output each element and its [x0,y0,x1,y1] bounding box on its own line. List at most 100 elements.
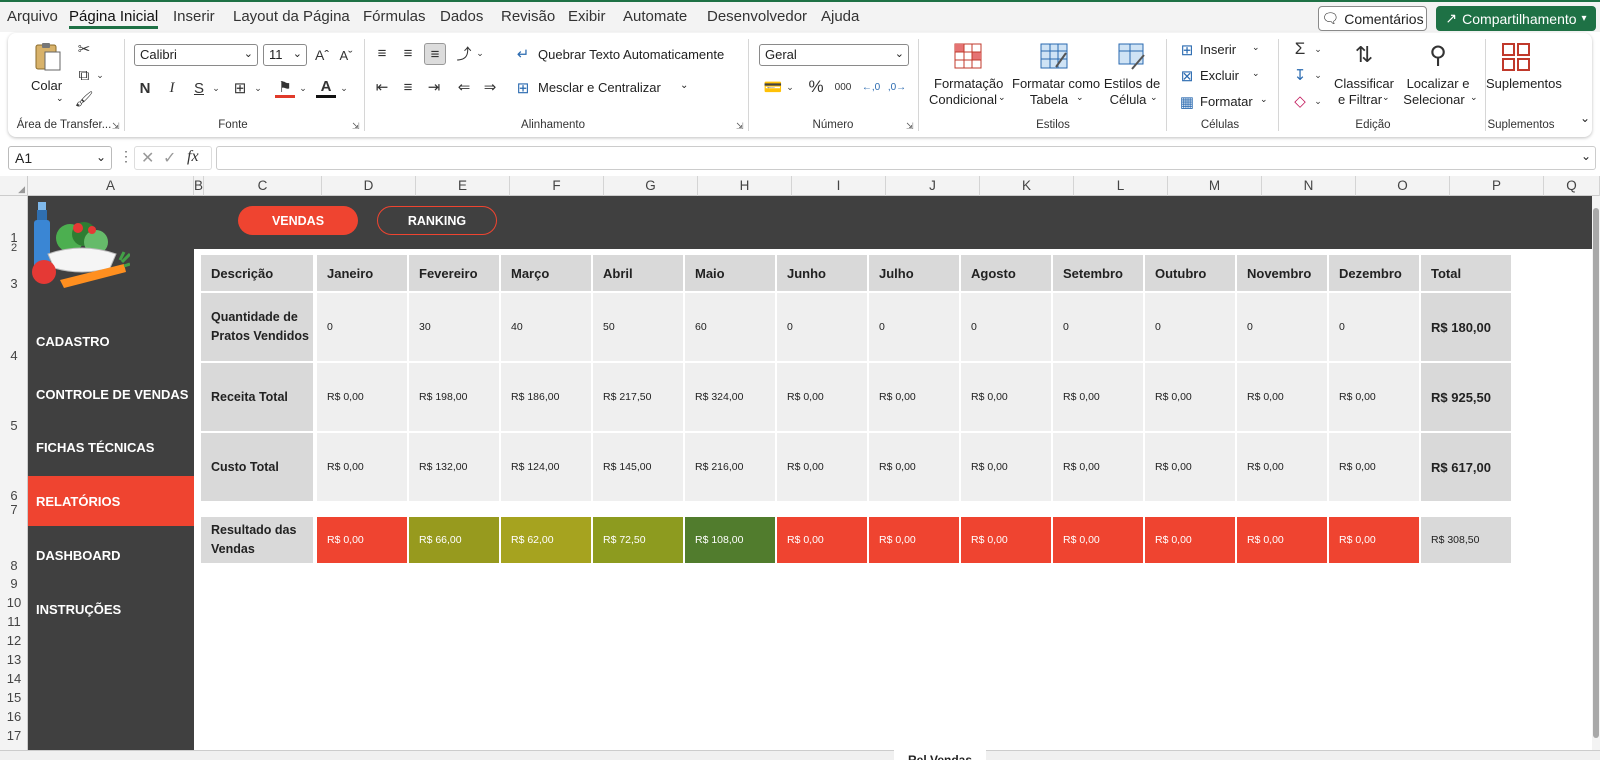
dialog-launcher-icon[interactable]: ⇲ [736,121,744,132]
paste-label[interactable]: Colar [31,78,62,93]
table-value-cell[interactable]: 50 [593,293,683,361]
addins-icon[interactable] [1500,41,1532,73]
table-value-cell[interactable]: R$ 0,00 [1145,433,1235,501]
table-header-cell[interactable]: Dezembro [1329,255,1419,291]
table-value-cell[interactable]: R$ 0,00 [1053,433,1143,501]
chevron-down-icon[interactable]: ⌄ [1260,94,1268,105]
table-value-cell[interactable]: R$ 217,50 [593,363,683,431]
scrollbar-thumb[interactable] [1593,208,1599,738]
row-header[interactable]: 2 [0,242,28,254]
underline-button[interactable]: S [190,78,208,98]
decrease-decimal-icon[interactable]: ,0→ [886,77,908,97]
table-value-cell[interactable]: 0 [869,293,959,361]
chevron-down-icon[interactable]: ⌄ [1470,92,1478,103]
comma-style-icon[interactable]: 000 [832,77,854,97]
font-color-icon[interactable]: A [316,78,336,98]
nav-cadastro[interactable]: CADASTRO [28,316,194,366]
table-value-cell[interactable]: R$ 132,00 [409,433,499,501]
table-value-cell[interactable]: R$ 124,00 [501,433,591,501]
row-header[interactable]: 14 [0,671,28,686]
conditional-label-2[interactable]: Condicional [928,92,998,107]
bold-button[interactable]: N [136,78,154,98]
row-header[interactable]: 10 [0,595,28,610]
chevron-down-icon[interactable]: ⌄ [1312,65,1324,85]
nav-instrucoes[interactable]: INSTRUÇÕES [28,584,194,634]
align-right-icon[interactable]: ⇥ [424,77,444,97]
row-header[interactable]: 16 [0,709,28,724]
number-format-combo[interactable]: Geral ⌄ [759,44,909,66]
table-header-cell[interactable]: Outubro [1145,255,1235,291]
increase-font-icon[interactable]: Aˆ [312,45,332,65]
font-size-combo[interactable]: 11 ⌄ [263,44,307,66]
sort-filter-icon[interactable]: ⇅ [1348,39,1380,71]
table-value-cell[interactable]: R$ 186,00 [501,363,591,431]
column-header[interactable]: C [204,176,322,196]
result-value-cell[interactable]: R$ 0,00 [961,517,1051,563]
align-center-icon[interactable]: ≡ [398,77,418,97]
column-header[interactable]: N [1262,176,1356,196]
decrease-font-icon[interactable]: Aˇ [336,45,356,65]
delete-cells-icon[interactable]: ⊠ [1178,67,1196,85]
table-header-cell[interactable]: Setembro [1053,255,1143,291]
conditional-format-icon[interactable] [952,41,984,73]
row-header[interactable]: 3 [0,276,28,291]
table-value-cell[interactable]: R$ 0,00 [1053,363,1143,431]
table-header-cell[interactable]: Total [1421,255,1511,291]
row-header[interactable]: 13 [0,652,28,667]
tab-ajuda[interactable]: Ajuda [821,8,859,25]
find-select-icon[interactable]: ⚲ [1422,39,1454,71]
table-value-cell[interactable]: R$ 0,00 [961,433,1051,501]
result-value-cell[interactable]: R$ 72,50 [593,517,683,563]
dialog-launcher-icon[interactable]: ⇲ [112,121,120,132]
cell-styles-label-1[interactable]: Estilos de [1102,76,1162,91]
row-label-cell[interactable]: Custo Total [201,433,313,501]
table-header-cell[interactable]: Agosto [961,255,1051,291]
result-value-cell[interactable]: R$ 66,00 [409,517,499,563]
conditional-label-1[interactable]: Formatação [934,76,1003,91]
column-header[interactable]: A [28,176,194,196]
result-value-cell[interactable]: R$ 108,00 [685,517,775,563]
tab-formulas[interactable]: Fórmulas [363,8,426,25]
font-name-combo[interactable]: Calibri ⌄ [134,44,258,66]
align-bottom-icon[interactable]: ≡ [424,43,446,65]
table-header-cell[interactable]: Junho [777,255,867,291]
row-label-cell[interactable]: Receita Total [201,363,313,431]
delete-cells-button[interactable]: Excluir [1200,68,1239,83]
row-header[interactable]: 5 [0,418,28,433]
cell-styles-label-2[interactable]: Célula [1100,92,1156,107]
chevron-down-icon[interactable]: ⌄ [94,65,106,85]
find-select-label-1[interactable]: Localizar e [1398,76,1478,91]
table-value-cell[interactable]: 0 [1237,293,1327,361]
column-header[interactable]: B [194,176,204,196]
column-header[interactable]: L [1074,176,1168,196]
share-button[interactable]: ↗ Compartilhamento ▾ [1436,6,1596,31]
row-header[interactable]: 11 [0,614,28,629]
table-value-cell[interactable]: R$ 0,00 [317,363,407,431]
sort-filter-label-1[interactable]: Classificar [1332,76,1396,91]
autosum-icon[interactable]: Σ [1290,39,1310,59]
chevron-down-icon[interactable]: ⌄ [297,78,309,98]
row-total-cell[interactable]: R$ 180,00 [1421,293,1511,361]
table-header-cell[interactable]: Março [501,255,591,291]
chevron-down-icon[interactable]: ⌄ [338,78,350,98]
cancel-icon[interactable]: ✕ [141,148,154,168]
wrap-text-icon[interactable]: ↵ [514,45,532,63]
table-value-cell[interactable]: R$ 0,00 [1145,363,1235,431]
table-value-cell[interactable]: 0 [1053,293,1143,361]
result-value-cell[interactable]: R$ 0,00 [1329,517,1419,563]
table-value-cell[interactable]: 0 [317,293,407,361]
format-cells-button[interactable]: Formatar [1200,94,1253,109]
tab-inserir[interactable]: Inserir [173,8,215,25]
column-header[interactable]: Q [1544,176,1600,196]
result-value-cell[interactable]: R$ 0,00 [317,517,407,563]
tab-dados[interactable]: Dados [440,8,483,25]
paste-icon[interactable] [32,41,64,73]
addins-button[interactable]: Suplementos [1486,76,1562,91]
result-value-cell[interactable]: R$ 0,00 [869,517,959,563]
tab-exibir[interactable]: Exibir [568,8,606,25]
table-value-cell[interactable]: R$ 145,00 [593,433,683,501]
tab-desenvolvedor[interactable]: Desenvolvedor [707,8,807,25]
row-header[interactable]: 6 [0,488,28,503]
chevron-down-icon[interactable]: ⌄ [998,92,1006,103]
expand-formula-icon[interactable]: ⌄ [1581,149,1591,163]
